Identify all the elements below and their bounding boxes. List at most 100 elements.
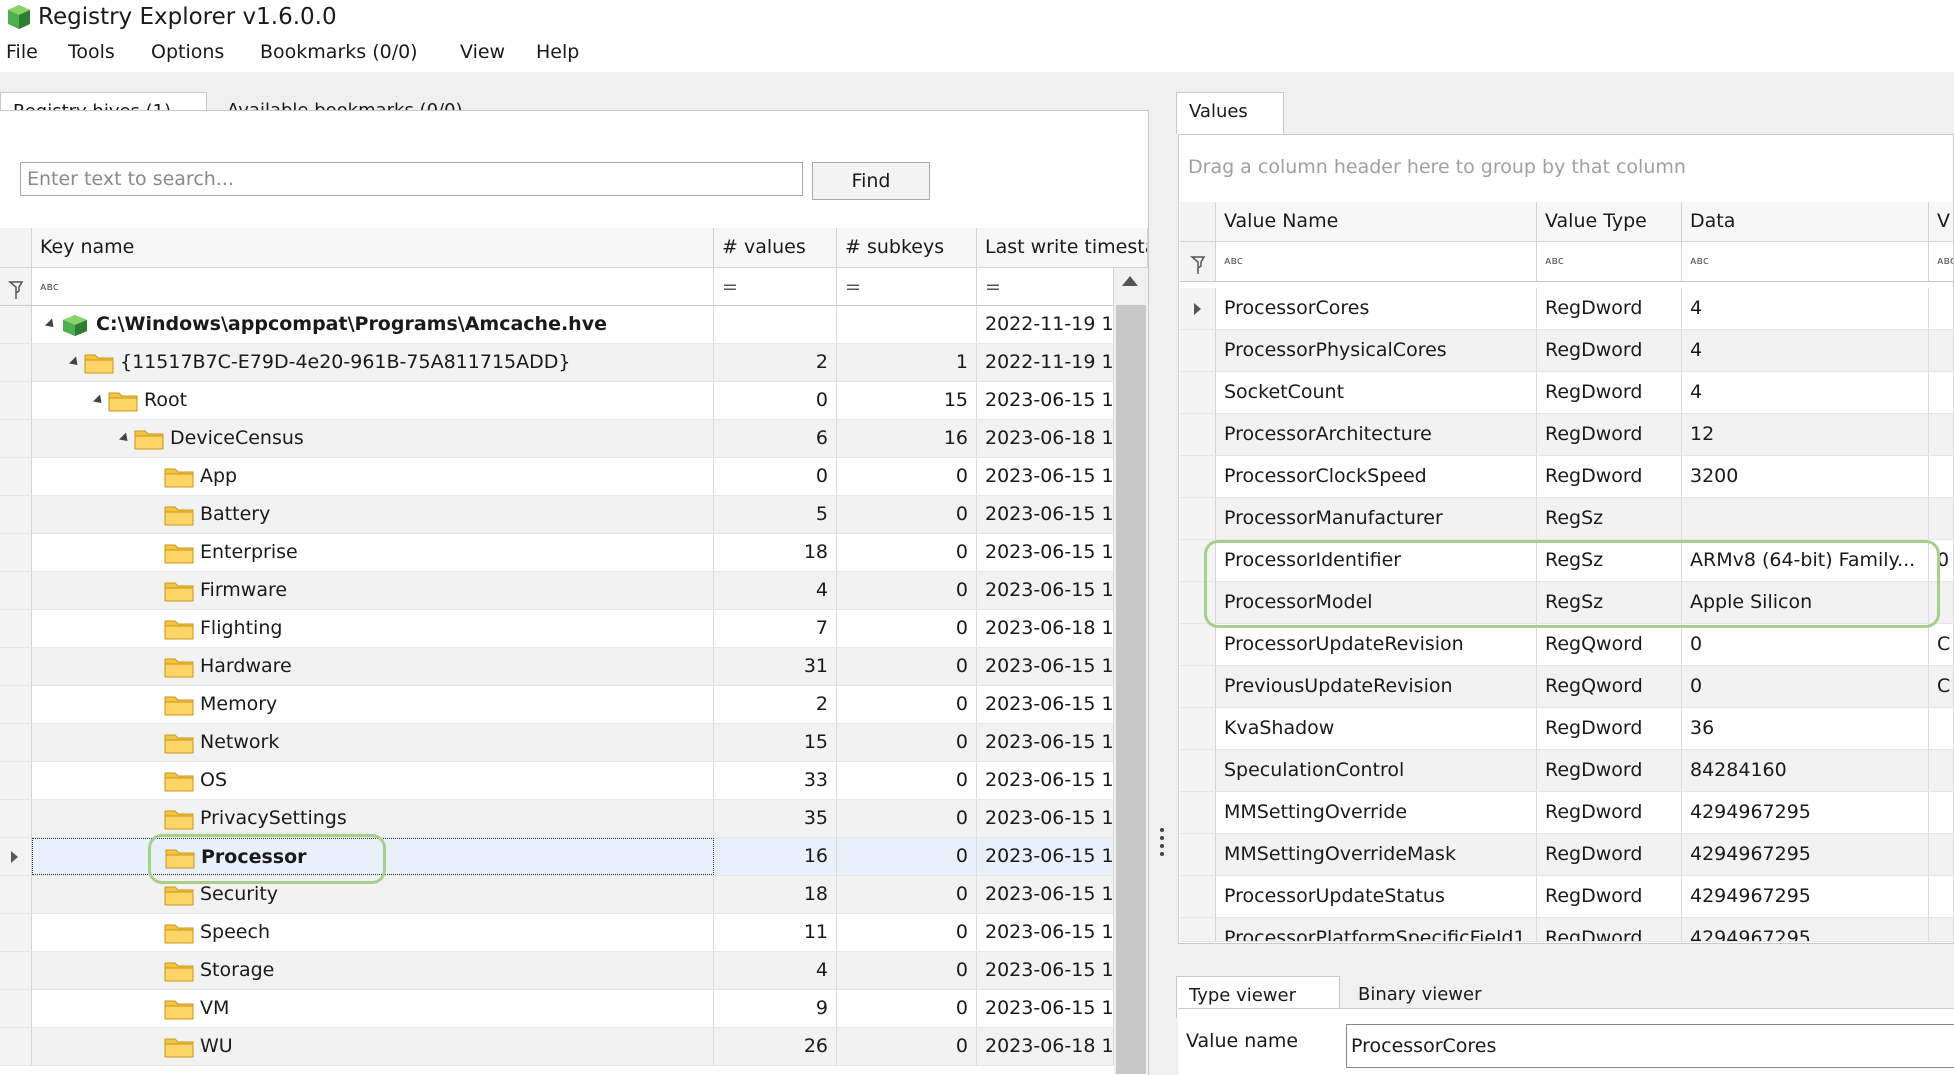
- cell-key-name[interactable]: VM: [32, 990, 714, 1027]
- cell-value-name[interactable]: SpeculationControl: [1216, 750, 1537, 791]
- cell-values-count[interactable]: [714, 306, 837, 343]
- cell-key-name[interactable]: Root: [32, 382, 714, 419]
- column-values-count[interactable]: # values: [714, 228, 837, 268]
- cell-value-type[interactable]: RegDword: [1537, 708, 1682, 749]
- filter-key-name[interactable]: ᴀʙc: [32, 268, 714, 306]
- cell-value-extra[interactable]: [1929, 372, 1954, 413]
- cell-data[interactable]: 4294967295: [1682, 834, 1929, 875]
- cell-last-write[interactable]: 2022-11-19 1: [977, 344, 1114, 381]
- cell-subkeys-count[interactable]: 0: [837, 572, 977, 609]
- cell-value-type[interactable]: RegDword: [1537, 792, 1682, 833]
- value-row[interactable]: ProcessorUpdateStatus RegDword 4294967295: [1180, 876, 1954, 918]
- menu-file[interactable]: File: [6, 38, 38, 66]
- value-row[interactable]: ProcessorArchitecture RegDword 12: [1180, 414, 1954, 456]
- cell-subkeys-count[interactable]: 0: [837, 458, 977, 495]
- cell-last-write[interactable]: 2023-06-15 1: [977, 800, 1114, 837]
- cell-values-count[interactable]: 11: [714, 914, 837, 951]
- cell-value-name[interactable]: ProcessorPhysicalCores: [1216, 330, 1537, 371]
- value-name-field[interactable]: ProcessorCores: [1346, 1024, 1954, 1068]
- cell-data[interactable]: 84284160: [1682, 750, 1929, 791]
- cell-key-name[interactable]: Memory: [32, 686, 714, 723]
- expand-toggle-icon[interactable]: [44, 318, 58, 331]
- cell-last-write[interactable]: 2023-06-18 1: [977, 420, 1114, 457]
- cell-subkeys-count[interactable]: 0: [837, 990, 977, 1027]
- cell-last-write[interactable]: 2023-06-15 1: [977, 724, 1114, 761]
- cell-values-count[interactable]: 0: [714, 458, 837, 495]
- cell-subkeys-count[interactable]: 0: [837, 534, 977, 571]
- cell-value-extra[interactable]: [1929, 834, 1954, 875]
- cell-value-name[interactable]: MMSettingOverride: [1216, 792, 1537, 833]
- column-data[interactable]: Data: [1682, 202, 1929, 242]
- cell-subkeys-count[interactable]: 0: [837, 914, 977, 951]
- cell-values-count[interactable]: 4: [714, 952, 837, 989]
- cell-last-write[interactable]: 2023-06-15 1: [977, 952, 1114, 989]
- search-input[interactable]: [20, 162, 803, 196]
- cell-values-count[interactable]: 9: [714, 990, 837, 1027]
- cell-subkeys-count[interactable]: 0: [837, 838, 977, 875]
- cell-last-write[interactable]: 2023-06-15 1: [977, 496, 1114, 533]
- cell-key-name[interactable]: Firmware: [32, 572, 714, 609]
- cell-value-extra[interactable]: [1929, 750, 1954, 791]
- cell-values-count[interactable]: 2: [714, 344, 837, 381]
- value-row[interactable]: ProcessorClockSpeed RegDword 3200: [1180, 456, 1954, 498]
- cell-value-type[interactable]: RegDword: [1537, 372, 1682, 413]
- cell-value-extra[interactable]: C: [1929, 624, 1954, 665]
- tree-row[interactable]: App 0 0 2023-06-15 1: [0, 458, 1114, 496]
- tree-row[interactable]: Hardware 31 0 2023-06-15 1: [0, 648, 1114, 686]
- cell-values-count[interactable]: 0: [714, 382, 837, 419]
- column-value-extra[interactable]: V: [1929, 202, 1954, 242]
- cell-subkeys-count[interactable]: 0: [837, 762, 977, 799]
- cell-key-name[interactable]: Speech: [32, 914, 714, 951]
- tree-row[interactable]: OS 33 0 2023-06-15 1: [0, 762, 1114, 800]
- cell-last-write[interactable]: 2023-06-15 1: [977, 914, 1114, 951]
- menu-options[interactable]: Options: [151, 38, 224, 66]
- find-button[interactable]: Find: [812, 162, 930, 200]
- cell-value-type[interactable]: RegDword: [1537, 750, 1682, 791]
- cell-last-write[interactable]: 2023-06-15 1: [977, 838, 1114, 875]
- cell-value-extra[interactable]: [1929, 792, 1954, 833]
- scroll-up-icon[interactable]: [1122, 276, 1138, 286]
- filter-value-type[interactable]: ᴀʙc: [1537, 242, 1682, 282]
- cell-key-name[interactable]: Network: [32, 724, 714, 761]
- cell-value-name[interactable]: KvaShadow: [1216, 708, 1537, 749]
- cell-data[interactable]: 12: [1682, 414, 1929, 455]
- cell-subkeys-count[interactable]: 1: [837, 344, 977, 381]
- cell-value-type[interactable]: RegDword: [1537, 330, 1682, 371]
- cell-key-name[interactable]: Hardware: [32, 648, 714, 685]
- cell-subkeys-count[interactable]: 16: [837, 420, 977, 457]
- cell-last-write[interactable]: 2023-06-15 1: [977, 686, 1114, 723]
- cell-data[interactable]: 4294967295: [1682, 876, 1929, 917]
- cell-last-write[interactable]: 2023-06-15 1: [977, 876, 1114, 913]
- value-row[interactable]: ProcessorPlatformSpecificField1 RegDword 4…: [1180, 918, 1954, 942]
- cell-value-name[interactable]: MMSettingOverrideMask: [1216, 834, 1537, 875]
- tree-row[interactable]: Memory 2 0 2023-06-15 1: [0, 686, 1114, 724]
- filter-value-extra[interactable]: ᴀʙc: [1929, 242, 1954, 282]
- cell-value-type[interactable]: RegDword: [1537, 456, 1682, 497]
- cell-values-count[interactable]: 18: [714, 876, 837, 913]
- cell-key-name[interactable]: C:\Windows\appcompat\Programs\Amcache.hv…: [32, 306, 714, 343]
- cell-last-write[interactable]: 2023-06-15 1: [977, 990, 1114, 1027]
- tree-row[interactable]: DeviceCensus 6 16 2023-06-18 1: [0, 420, 1114, 458]
- tab-values[interactable]: Values: [1176, 92, 1284, 134]
- cell-key-name[interactable]: Battery: [32, 496, 714, 533]
- cell-value-extra[interactable]: [1929, 414, 1954, 455]
- cell-subkeys-count[interactable]: [837, 306, 977, 343]
- cell-values-count[interactable]: 26: [714, 1028, 837, 1065]
- column-value-name[interactable]: Value Name: [1216, 202, 1537, 242]
- menu-tools[interactable]: Tools: [68, 38, 115, 66]
- filter-value-name[interactable]: ᴀʙc: [1216, 242, 1537, 282]
- cell-value-name[interactable]: PreviousUpdateRevision: [1216, 666, 1537, 707]
- cell-value-name[interactable]: ProcessorClockSpeed: [1216, 456, 1537, 497]
- cell-value-type[interactable]: RegQword: [1537, 624, 1682, 665]
- cell-value-name[interactable]: ProcessorUpdateRevision: [1216, 624, 1537, 665]
- cell-key-name[interactable]: {11517B7C-E79D-4e20-961B-75A811715ADD}: [32, 344, 714, 381]
- filter-values-count[interactable]: =: [714, 268, 837, 306]
- cell-value-type[interactable]: RegSz: [1537, 498, 1682, 539]
- cell-data[interactable]: 4294967295: [1682, 792, 1929, 833]
- cell-value-extra[interactable]: [1929, 330, 1954, 371]
- cell-subkeys-count[interactable]: 0: [837, 800, 977, 837]
- value-row[interactable]: MMSettingOverride RegDword 4294967295: [1180, 792, 1954, 834]
- cell-data[interactable]: 4: [1682, 372, 1929, 413]
- tree-row[interactable]: C:\Windows\appcompat\Programs\Amcache.hv…: [0, 306, 1114, 344]
- cell-values-count[interactable]: 6: [714, 420, 837, 457]
